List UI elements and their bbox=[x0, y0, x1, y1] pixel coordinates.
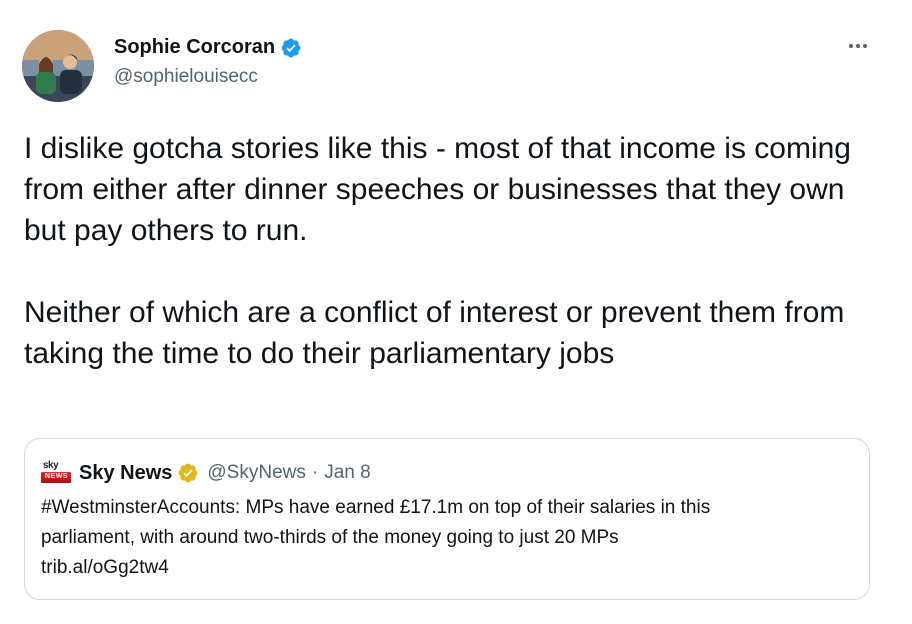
sky-logo-word: sky bbox=[43, 460, 59, 471]
gold-verified-check-icon bbox=[178, 463, 198, 483]
tweet-paragraph: Neither of which are a conflict of inter… bbox=[24, 296, 845, 370]
tweet-paragraph: I dislike gotcha stories like this - mos… bbox=[24, 132, 851, 247]
blue-verified-check-icon bbox=[281, 38, 301, 57]
quoted-tweet-header: sky Sky News @SkyNews · Jan 8 bbox=[41, 459, 371, 487]
more-horizontal-icon bbox=[856, 44, 860, 48]
quoted-tweet-card[interactable]: sky Sky News @SkyNews · Jan 8 #Westminst… bbox=[24, 438, 870, 600]
more-options-button[interactable] bbox=[838, 36, 878, 56]
author-name-row: Sophie Corcoran bbox=[114, 36, 302, 59]
tweet: Sophie Corcoran @sophielouisecc I dislik… bbox=[0, 0, 912, 624]
more-horizontal-icon bbox=[849, 44, 853, 48]
quoted-tweet-text: #WestminsterAccounts: MPs have earned £1… bbox=[41, 493, 851, 583]
quoted-text-line: parliament, with around two-thirds of th… bbox=[41, 527, 619, 548]
quoted-date[interactable]: Jan 8 bbox=[324, 462, 370, 484]
author-avatar[interactable] bbox=[22, 30, 94, 102]
author-handle[interactable]: @sophielouisecc bbox=[114, 66, 258, 88]
quoted-handle[interactable]: @SkyNews bbox=[207, 462, 305, 484]
sky-news-logo-icon bbox=[41, 472, 71, 483]
quoted-text-line: #WestminsterAccounts: MPs have earned £1… bbox=[41, 497, 711, 518]
quoted-link[interactable]: trib.al/oGg2tw4 bbox=[41, 553, 851, 583]
avatar-image bbox=[22, 30, 94, 102]
quoted-display-name[interactable]: Sky News bbox=[79, 462, 172, 485]
tweet-text: I dislike gotcha stories like this - mos… bbox=[24, 128, 884, 374]
sky-news-avatar[interactable]: sky bbox=[41, 460, 71, 486]
author-display-name[interactable]: Sophie Corcoran bbox=[114, 36, 275, 59]
more-horizontal-icon bbox=[863, 44, 867, 48]
dot-separator: · bbox=[311, 462, 319, 483]
